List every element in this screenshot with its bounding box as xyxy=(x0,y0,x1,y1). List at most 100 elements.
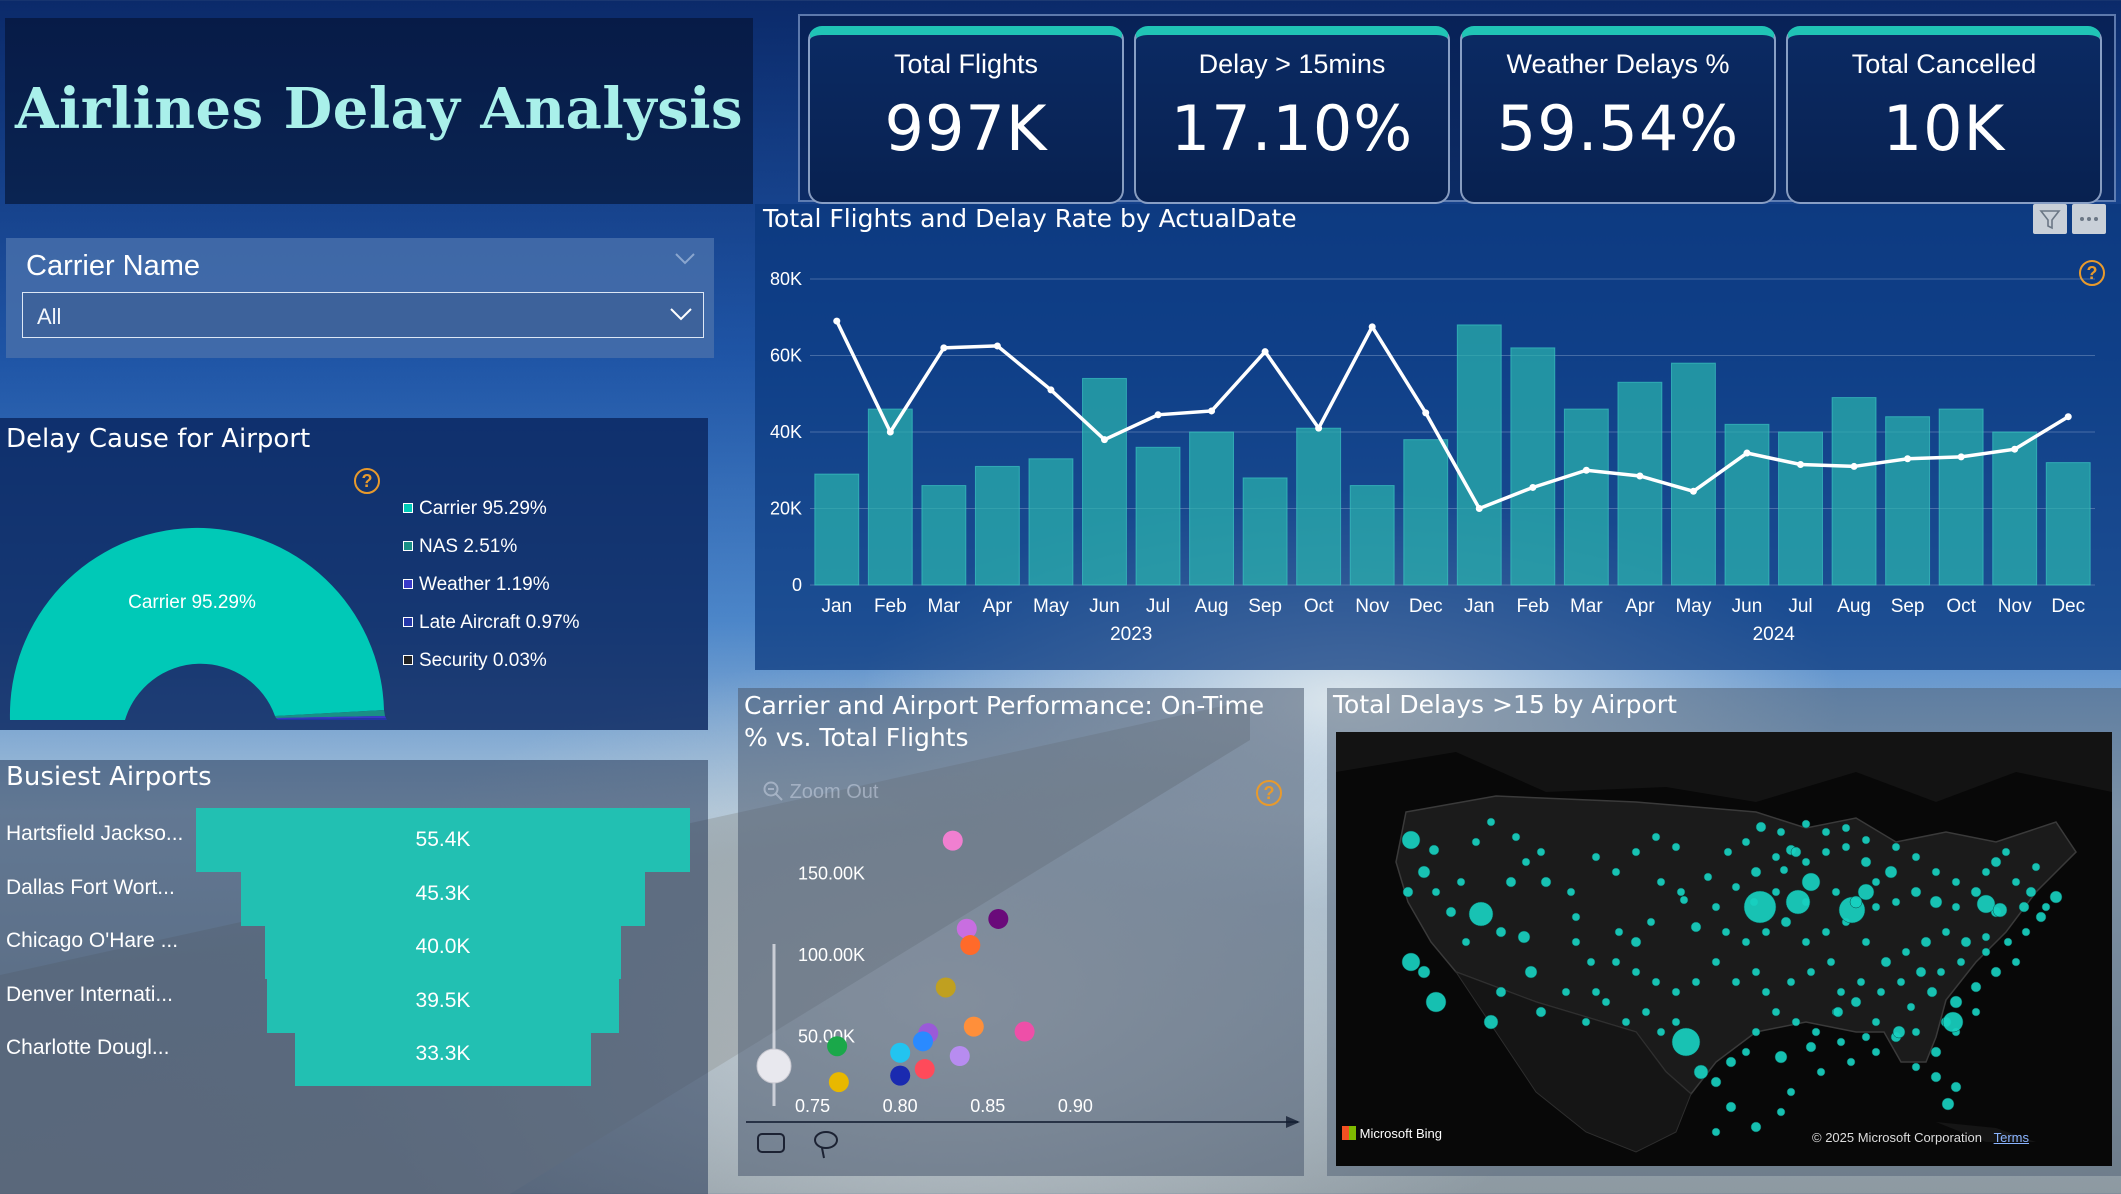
airport-bubble[interactable] xyxy=(1751,1027,1761,1037)
delay-rate-point[interactable] xyxy=(2011,445,2019,453)
airport-bubble[interactable] xyxy=(1920,936,1932,948)
airport-bubble[interactable] xyxy=(1711,1127,1721,1137)
airport-bubble[interactable] xyxy=(1876,987,1886,997)
airport-bubble[interactable] xyxy=(1911,1062,1921,1072)
airport-bubble[interactable] xyxy=(1850,996,1862,1008)
airport-bubble[interactable] xyxy=(1949,995,1963,1009)
delay-rate-point[interactable] xyxy=(1047,386,1055,394)
airport-bubble[interactable] xyxy=(1401,952,1421,972)
airport-bubble[interactable] xyxy=(1971,1007,1981,1017)
airport-bubble[interactable] xyxy=(1771,852,1781,862)
airport-bubble[interactable] xyxy=(1566,887,1576,897)
airport-bubble[interactable] xyxy=(1571,912,1581,922)
airport-bubble[interactable] xyxy=(1741,937,1751,947)
airport-bubble[interactable] xyxy=(1801,937,1811,947)
airport-bubble[interactable] xyxy=(1901,947,1911,957)
airport-bubble[interactable] xyxy=(1891,897,1901,907)
airport-bubble[interactable] xyxy=(1821,847,1831,857)
airport-bubble[interactable] xyxy=(1801,872,1821,892)
airport-bubble[interactable] xyxy=(1981,947,1991,957)
airport-bubble[interactable] xyxy=(1780,916,1792,928)
airport-bubble[interactable] xyxy=(1970,886,1982,898)
delay-rate-point[interactable] xyxy=(1261,348,1269,356)
airport-bubble[interactable] xyxy=(1861,1032,1871,1042)
flights-bar[interactable] xyxy=(1028,458,1074,586)
flights-bar[interactable] xyxy=(1349,485,1395,586)
scatter-point[interactable] xyxy=(827,1036,848,1057)
airport-bubble[interactable] xyxy=(1861,937,1871,947)
chevron-down-icon[interactable] xyxy=(674,252,696,266)
scatter-chart[interactable]: 50.00K100.00K150.00K0.75 0.80 0.85 0.90 xyxy=(738,688,1304,1176)
scatter-point[interactable] xyxy=(828,1072,849,1093)
airport-bubble[interactable] xyxy=(1614,927,1624,937)
scatter-point[interactable] xyxy=(890,1065,911,1086)
airport-bubble[interactable] xyxy=(1646,917,1656,927)
flights-bar[interactable] xyxy=(1082,377,1127,586)
airport-bubble[interactable] xyxy=(1970,981,1982,993)
legend-item[interactable]: Security 0.03% xyxy=(403,650,547,672)
airport-bubble[interactable] xyxy=(1495,926,1507,938)
airport-bubble[interactable] xyxy=(1861,835,1871,845)
airport-bubble[interactable] xyxy=(1930,1046,1942,1058)
airport-bubble[interactable] xyxy=(1891,842,1901,852)
airport-bubble[interactable] xyxy=(1779,865,1789,875)
airport-bubble[interactable] xyxy=(1693,1064,1709,1080)
flights-bar[interactable] xyxy=(974,465,1020,586)
airport-bubble[interactable] xyxy=(1906,1002,1916,1012)
kpi-card-delay-15[interactable]: Delay > 15mins 17.10% xyxy=(1134,26,1450,204)
flights-bar[interactable] xyxy=(1938,408,1984,586)
flights-bar[interactable] xyxy=(2045,462,2091,586)
airport-bubble[interactable] xyxy=(2018,901,2030,913)
airport-bubble[interactable] xyxy=(1836,987,1846,997)
scatter-point[interactable] xyxy=(960,935,981,956)
airport-bubble[interactable] xyxy=(1483,1014,1499,1030)
airport-bubble[interactable] xyxy=(1871,877,1881,887)
scatter-point[interactable] xyxy=(912,1031,933,1052)
airport-bubble[interactable] xyxy=(1431,887,1441,897)
airport-bubble[interactable] xyxy=(1841,842,1851,852)
flights-bar[interactable] xyxy=(1670,362,1716,586)
airport-bubble[interactable] xyxy=(1461,937,1471,947)
airport-bubble[interactable] xyxy=(1911,1027,1921,1037)
airport-bubble[interactable] xyxy=(1601,997,1611,1007)
delay-rate-point[interactable] xyxy=(940,344,948,352)
scatter-point[interactable] xyxy=(988,908,1009,929)
airport-bubble[interactable] xyxy=(1561,987,1571,997)
airport-bubble[interactable] xyxy=(1468,901,1494,927)
delay-rate-point[interactable] xyxy=(1475,505,1483,512)
airport-bubble[interactable] xyxy=(1884,865,1898,879)
airport-bubble[interactable] xyxy=(1911,852,1921,862)
delay-map[interactable]: Microsoft Bing © 2025 Microsoft Corporat… xyxy=(1336,732,2112,1166)
delay-rate-point[interactable] xyxy=(1797,461,1805,469)
airport-bubble[interactable] xyxy=(1776,827,1786,837)
airport-bubble[interactable] xyxy=(1651,832,1661,842)
airport-bubble[interactable] xyxy=(1691,977,1701,987)
airport-bubble[interactable] xyxy=(1836,1037,1846,1047)
airport-bubble[interactable] xyxy=(2011,957,2021,967)
airport-bubble[interactable] xyxy=(1856,977,1866,987)
airport-bubble[interactable] xyxy=(1671,1017,1681,1027)
airport-bubble[interactable] xyxy=(2031,862,2041,872)
kpi-card-total-cancelled[interactable]: Total Cancelled 10K xyxy=(1786,26,2102,204)
airport-bubble[interactable] xyxy=(1831,887,1841,897)
airport-bubble[interactable] xyxy=(1721,927,1731,937)
airport-bubble[interactable] xyxy=(1926,986,1938,998)
airport-bubble[interactable] xyxy=(1771,1007,1781,1017)
legend-item[interactable]: Late Aircraft 0.97% xyxy=(403,612,580,634)
flights-bar[interactable] xyxy=(1778,431,1823,586)
delay-rate-point[interactable] xyxy=(1850,462,1858,470)
airport-bubble[interactable] xyxy=(1425,991,1447,1013)
scatter-point[interactable] xyxy=(914,1059,935,1080)
airport-bubble[interactable] xyxy=(1751,967,1761,977)
airport-bubble[interactable] xyxy=(1517,930,1531,944)
airport-bubble[interactable] xyxy=(1725,1056,1737,1068)
airport-bubble[interactable] xyxy=(1656,877,1666,887)
airport-bubble[interactable] xyxy=(1428,844,1440,856)
airport-bubble[interactable] xyxy=(1711,957,1721,967)
airport-bubble[interactable] xyxy=(2049,890,2063,904)
airport-bubble[interactable] xyxy=(1981,932,1991,942)
airport-bubble[interactable] xyxy=(1401,830,1421,850)
scatter-point[interactable] xyxy=(949,1046,970,1066)
airport-bubble[interactable] xyxy=(1621,1017,1631,1027)
airport-bubble[interactable] xyxy=(1832,1006,1844,1018)
